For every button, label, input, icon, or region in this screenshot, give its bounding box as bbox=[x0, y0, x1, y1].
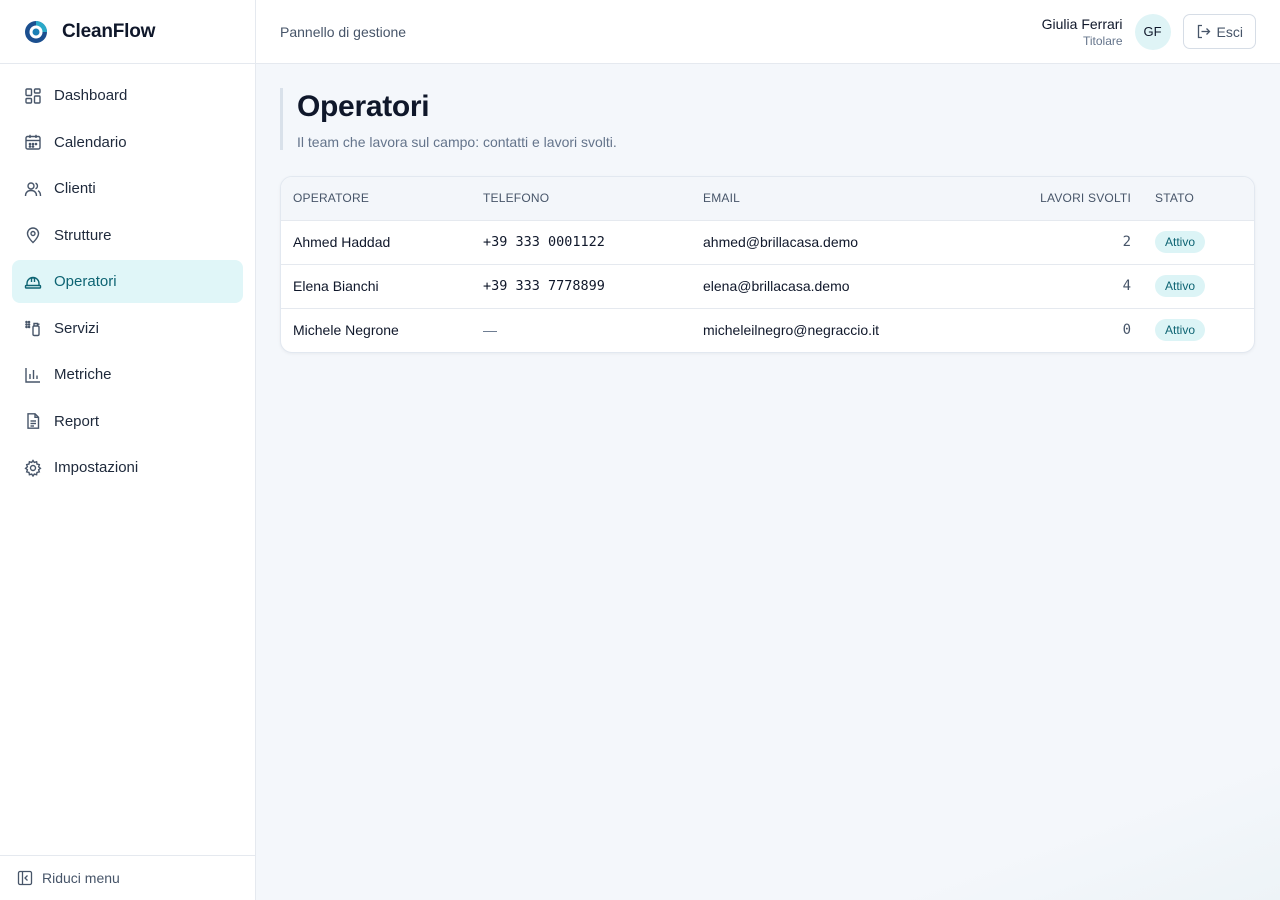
status-cell: Attivo bbox=[1143, 264, 1254, 308]
operator-email: ahmed@brillacasa.demo bbox=[703, 234, 859, 250]
sidebar-item-strutture[interactable]: Strutture bbox=[12, 214, 243, 257]
operator-email: micheleilnegro@negraccio.it bbox=[703, 322, 880, 339]
users-icon bbox=[24, 180, 42, 198]
operators-table-card: Operatore Telefono Email Lavori svolti S… bbox=[280, 176, 1255, 353]
logout-label: Esci bbox=[1216, 23, 1243, 40]
sidebar-item-label: Operatori bbox=[54, 273, 117, 290]
sidebar-item-label: Servizi bbox=[54, 319, 100, 337]
logout-icon bbox=[1196, 24, 1211, 39]
status-badge: Attivo bbox=[1155, 231, 1206, 253]
operator-email: elena@brillacasa.demo bbox=[703, 278, 850, 294]
status-badge: Attivo bbox=[1155, 275, 1206, 297]
avatar[interactable]: GF bbox=[1134, 13, 1171, 50]
main-content: Operatori Il team che lavora sul campo: … bbox=[256, 64, 1280, 900]
operators-table: Operatore Telefono Email Lavori svolti S… bbox=[281, 177, 1254, 352]
brand[interactable]: CleanFlow bbox=[0, 0, 255, 64]
sidebar: CleanFlow Dashboard Calendario Clienti S… bbox=[0, 0, 256, 900]
top-header: Pannello di gestione Giulia Ferrari Tito… bbox=[256, 0, 1280, 64]
sidebar-item-metriche[interactable]: Metriche bbox=[12, 353, 243, 396]
status-badge: Attivo bbox=[1155, 319, 1206, 342]
sidebar-item-operatori[interactable]: Operatori bbox=[12, 260, 243, 303]
column-header-phone[interactable]: Telefono bbox=[471, 177, 691, 220]
map-pin-icon bbox=[24, 226, 42, 244]
operator-phone: +39 333 7778899 bbox=[483, 278, 605, 294]
sidebar-item-calendario[interactable]: Calendario bbox=[12, 121, 243, 164]
brand-name: CleanFlow bbox=[62, 20, 156, 42]
collapse-sidebar-icon bbox=[17, 870, 33, 886]
status-cell: Attivo bbox=[1143, 220, 1254, 264]
spray-bottle-icon bbox=[24, 319, 42, 337]
hard-hat-icon bbox=[24, 273, 42, 291]
sidebar-item-label: Dashboard bbox=[54, 87, 128, 104]
sidebar-item-label: Clienti bbox=[54, 180, 96, 197]
user-role: Titolare bbox=[1082, 33, 1123, 48]
dashboard-icon bbox=[24, 87, 42, 105]
operator-jobs: 0 bbox=[1122, 322, 1131, 339]
document-icon bbox=[24, 412, 42, 430]
table-row[interactable]: Elena Bianchi +39 333 7778899 elena@bril… bbox=[281, 264, 1254, 308]
header-user-area: Giulia Ferrari Titolare GF Esci bbox=[1042, 13, 1256, 50]
operator-jobs: 2 bbox=[1122, 234, 1131, 250]
operator-jobs: 4 bbox=[1122, 278, 1131, 294]
gear-icon bbox=[24, 458, 42, 477]
table-row[interactable]: Michele Negrone — micheleilnegro@negracc… bbox=[281, 308, 1254, 352]
operator-name: Elena Bianchi bbox=[293, 278, 379, 294]
sidebar-item-label: Calendario bbox=[54, 133, 127, 151]
column-header-status[interactable]: Stato bbox=[1143, 177, 1254, 220]
collapse-menu-label: Riduci menu bbox=[42, 870, 120, 886]
bar-chart-icon bbox=[24, 366, 42, 384]
table-row[interactable]: Ahmed Haddad +39 333 0001122 ahmed@brill… bbox=[281, 220, 1254, 264]
operator-phone: +39 333 0001122 bbox=[483, 234, 605, 250]
operator-name: Michele Negrone bbox=[293, 322, 399, 339]
sidebar-item-impostazioni[interactable]: Impostazioni bbox=[12, 446, 243, 489]
table-header-row: Operatore Telefono Email Lavori svolti S… bbox=[281, 177, 1254, 220]
header-title: Pannello di gestione bbox=[280, 23, 407, 40]
sidebar-item-label: Report bbox=[54, 412, 100, 430]
collapse-menu-button[interactable]: Riduci menu bbox=[0, 855, 255, 900]
operator-name: Ahmed Haddad bbox=[293, 234, 391, 250]
calendar-icon bbox=[24, 133, 42, 151]
page-title: Operatori bbox=[297, 90, 430, 123]
sidebar-item-label: Metriche bbox=[54, 366, 112, 383]
sidebar-nav: Dashboard Calendario Clienti Strutture O… bbox=[0, 64, 255, 503]
sidebar-item-report[interactable]: Report bbox=[12, 400, 243, 443]
column-header-email[interactable]: Email bbox=[691, 177, 981, 220]
sidebar-item-clienti[interactable]: Clienti bbox=[12, 167, 243, 210]
sidebar-item-dashboard[interactable]: Dashboard bbox=[12, 74, 243, 117]
status-cell: Attivo bbox=[1143, 308, 1254, 352]
page-subtitle: Il team che lavora sul campo: contatti e… bbox=[297, 134, 617, 150]
logout-button[interactable]: Esci bbox=[1182, 14, 1256, 49]
user-info: Giulia Ferrari Titolare bbox=[1042, 16, 1123, 48]
operator-phone: — bbox=[483, 322, 497, 339]
user-name: Giulia Ferrari bbox=[1041, 15, 1123, 32]
column-header-operator[interactable]: Operatore bbox=[281, 177, 471, 220]
cleanflow-logo-icon bbox=[24, 20, 48, 44]
page-heading: Operatori Il team che lavora sul campo: … bbox=[280, 88, 1256, 150]
sidebar-item-label: Impostazioni bbox=[54, 459, 139, 476]
sidebar-item-label: Strutture bbox=[54, 226, 112, 244]
column-header-jobs[interactable]: Lavori svolti bbox=[981, 177, 1143, 220]
sidebar-item-servizi[interactable]: Servizi bbox=[12, 307, 243, 350]
